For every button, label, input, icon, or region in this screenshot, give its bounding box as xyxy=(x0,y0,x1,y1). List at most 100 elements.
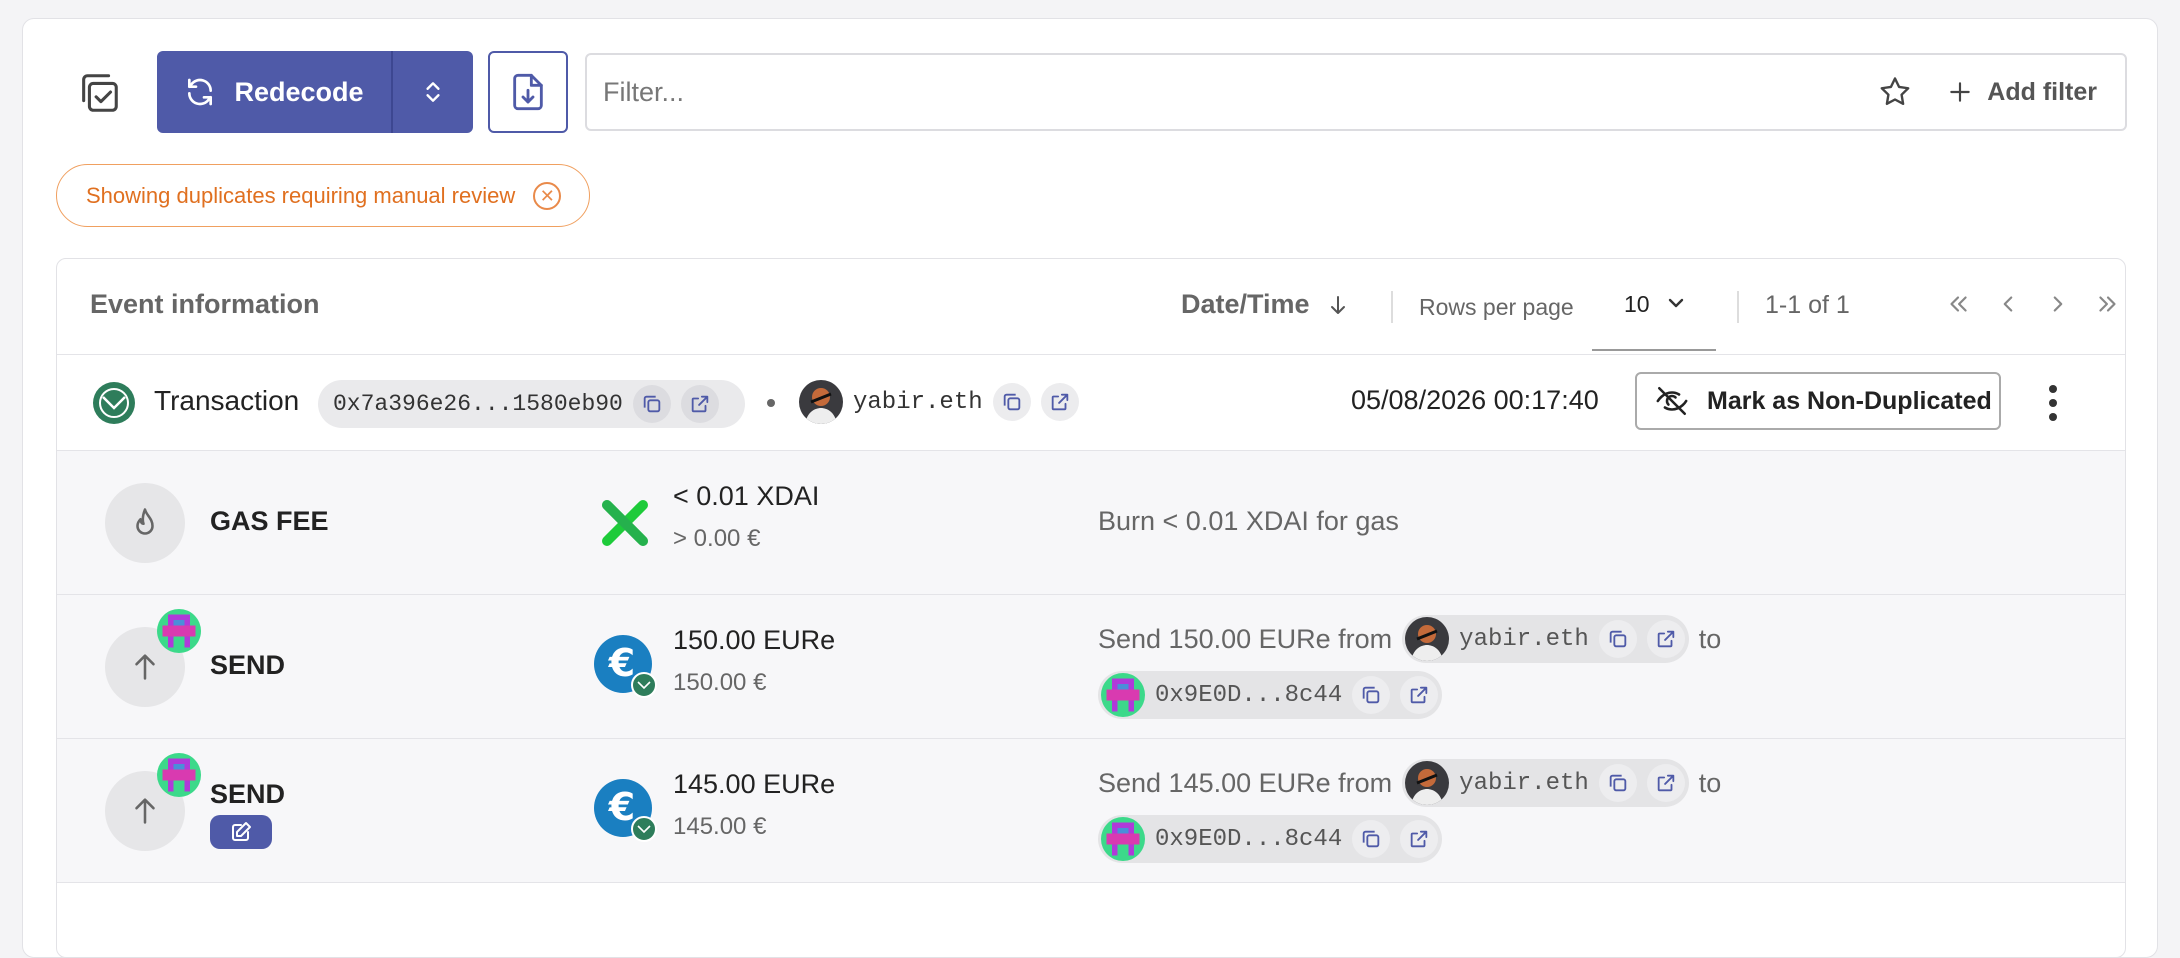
xdai-icon xyxy=(602,500,648,546)
to-label: to xyxy=(1698,623,1722,654)
transaction-datetime: 05/08/2026 00:17:40 xyxy=(1351,385,1599,415)
edit-icon xyxy=(232,822,251,841)
fire-icon xyxy=(136,508,154,535)
transaction-row: Transaction 0x7a396e26...1580eb90 yabir.… xyxy=(57,355,2125,451)
address-hash: 0x9E0D...8c44 xyxy=(1155,681,1343,709)
transaction-label: Transaction xyxy=(154,385,300,416)
address-name: yabir.eth xyxy=(853,388,983,416)
next-page-icon[interactable] xyxy=(2043,289,2073,319)
redecode-label: Redecode xyxy=(234,76,364,107)
copy-icon[interactable] xyxy=(1598,764,1637,802)
external-link-icon[interactable] xyxy=(680,385,719,423)
event-description-text: Send 145.00 EURe from xyxy=(1098,767,1393,798)
to-label: to xyxy=(1698,767,1722,798)
copy-icon[interactable] xyxy=(632,385,671,423)
copy-icon[interactable] xyxy=(1598,620,1637,658)
copy-icon[interactable] xyxy=(1352,676,1391,714)
from-address: yabir.eth xyxy=(1402,759,1689,807)
rows-per-page-label: Rows per page xyxy=(1419,294,1574,320)
chevron-up-down-icon xyxy=(426,82,440,102)
external-link-icon[interactable] xyxy=(1040,383,1079,421)
edited-badge[interactable] xyxy=(210,815,272,849)
add-filter-label: Add filter xyxy=(1987,77,2097,106)
avatar xyxy=(1101,817,1145,861)
transaction-address: yabir.eth xyxy=(799,377,1079,427)
more-options-icon[interactable] xyxy=(2047,383,2059,423)
sort-datetime-button[interactable]: Date/Time xyxy=(1181,289,1350,320)
redecode-button[interactable]: Redecode xyxy=(157,51,391,133)
eye-off-icon xyxy=(1656,386,1688,416)
event-row-gas-fee: GAS FEE < 0.01 XDAI > 0.00 € Burn < 0.01… xyxy=(57,451,2125,595)
event-amount: < 0.01 XDAI xyxy=(673,481,820,511)
event-amount: 150.00 EURe xyxy=(673,625,836,655)
sort-label: Date/Time xyxy=(1181,289,1310,319)
to-address: 0x9E0D...8c44 xyxy=(1098,815,1443,863)
event-description-text: Send 150.00 EURe from xyxy=(1098,623,1393,654)
import-button[interactable] xyxy=(488,51,568,133)
avatar xyxy=(1405,617,1450,661)
event-fiat-value: 145.00 € xyxy=(673,813,767,840)
redecode-button-group: Redecode xyxy=(157,51,473,133)
external-link-icon[interactable] xyxy=(1400,820,1439,858)
select-events-button[interactable] xyxy=(73,67,125,119)
address-name: yabir.eth xyxy=(1459,625,1589,653)
copy-icon[interactable] xyxy=(1352,820,1391,858)
history-card: Redecode Add filter Showing duplicates r… xyxy=(22,18,2158,958)
event-description-text: Burn < 0.01 XDAI for gas xyxy=(1098,506,1399,536)
page-info: 1-1 of 1 xyxy=(1765,291,1850,319)
filter-bar: Add filter xyxy=(585,53,2127,131)
event-description: Send 150.00 EURe from yabir.eth to xyxy=(1098,615,1721,663)
svg-text:€: € xyxy=(608,785,635,829)
transaction-hash: 0x7a396e26...1580eb90 xyxy=(318,380,745,428)
rows-per-page-select[interactable]: 10 xyxy=(1592,289,1716,351)
event-type: SEND xyxy=(210,650,286,680)
gnosis-chain-icon xyxy=(93,382,135,424)
plus-icon xyxy=(1950,82,1971,102)
counterparty-avatar xyxy=(157,609,201,653)
external-link-icon[interactable] xyxy=(1646,764,1685,802)
refresh-icon xyxy=(188,78,213,106)
duplicates-filter-chip: Showing duplicates requiring manual revi… xyxy=(56,164,590,227)
arrow-up-icon xyxy=(135,654,155,680)
previous-page-icon[interactable] xyxy=(1993,289,2023,319)
eure-icon: € xyxy=(594,779,657,842)
arrow-down-icon xyxy=(1330,295,1345,314)
event-fiat-value: 150.00 € xyxy=(673,669,767,696)
counterparty-avatar xyxy=(157,753,201,797)
event-icon xyxy=(105,483,185,563)
event-type: GAS FEE xyxy=(210,506,329,536)
address-hash: 0x9E0D...8c44 xyxy=(1155,825,1343,853)
copy-icon[interactable] xyxy=(992,383,1031,421)
last-page-icon[interactable] xyxy=(2093,289,2123,319)
to-address-line: 0x9E0D...8c44 xyxy=(1098,815,1443,863)
chevron-down-icon xyxy=(1668,298,1683,308)
from-address: yabir.eth xyxy=(1402,615,1689,663)
table-header: Event information Date/Time Rows per pag… xyxy=(57,259,2125,355)
add-filter-button[interactable]: Add filter xyxy=(1947,78,2097,107)
address-name: yabir.eth xyxy=(1459,769,1589,797)
event-description: Send 145.00 EURe from yabir.eth to xyxy=(1098,759,1721,807)
to-address: 0x9E0D...8c44 xyxy=(1098,671,1443,719)
redecode-options-button[interactable] xyxy=(393,51,473,133)
transaction-hash-text: 0x7a396e26...1580eb90 xyxy=(333,391,623,417)
event-amount: 145.00 EURe xyxy=(673,769,836,799)
separator-dot xyxy=(767,399,775,407)
avatar xyxy=(1405,761,1450,805)
external-link-icon[interactable] xyxy=(1646,620,1685,658)
svg-text:€: € xyxy=(608,641,635,685)
pagination xyxy=(1943,289,2123,319)
filter-input[interactable] xyxy=(603,76,1878,108)
column-event-information: Event information xyxy=(90,289,320,319)
divider xyxy=(1391,291,1393,323)
event-type: SEND xyxy=(210,779,286,809)
close-icon[interactable]: ✕ xyxy=(533,181,562,210)
event-fiat-value: > 0.00 € xyxy=(673,525,761,552)
avatar xyxy=(1101,673,1145,717)
checklist-copy-icon xyxy=(82,74,118,112)
arrow-up-icon xyxy=(135,798,155,824)
star-icon[interactable] xyxy=(1877,74,1913,110)
mark-non-duplicated-button[interactable]: Mark as Non-Duplicated xyxy=(1635,372,2001,430)
event-row-send: SEND € 145.00 EURe 145.00 € Send 145.00 … xyxy=(57,739,2125,883)
external-link-icon[interactable] xyxy=(1400,676,1439,714)
first-page-icon[interactable] xyxy=(1943,289,1973,319)
